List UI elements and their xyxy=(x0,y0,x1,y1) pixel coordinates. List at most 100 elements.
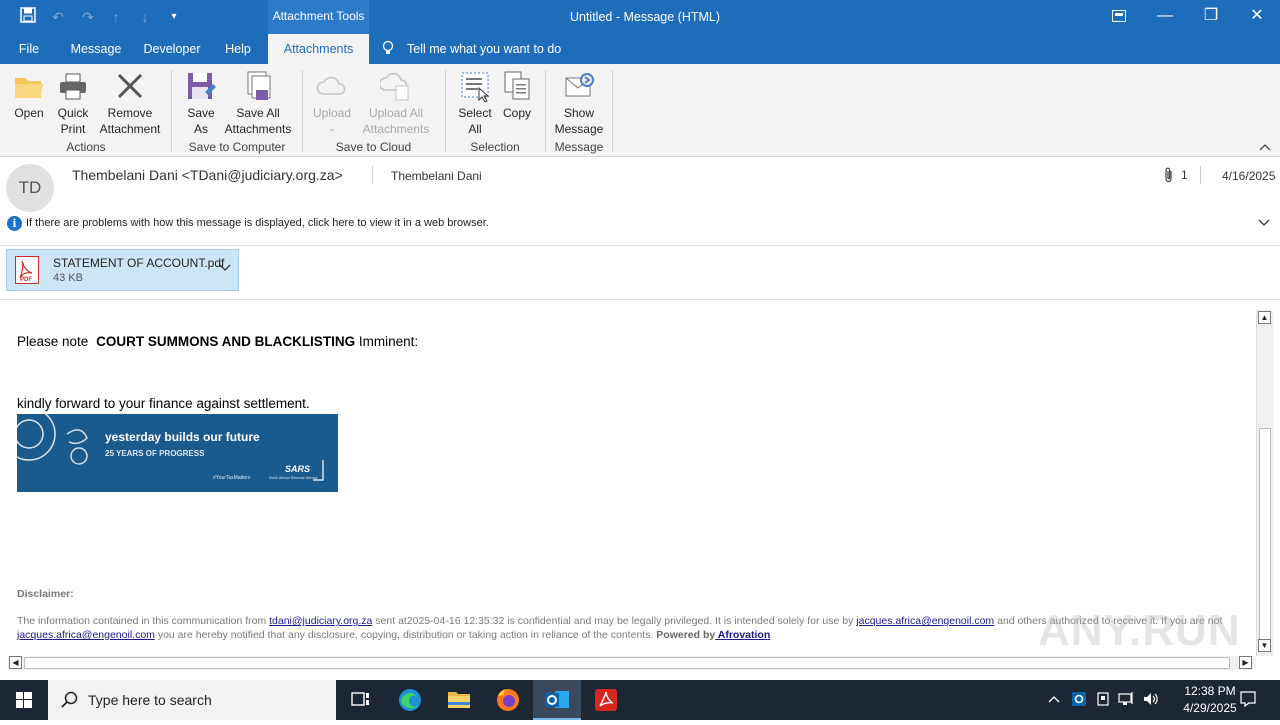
tab-message[interactable]: Message xyxy=(64,34,128,64)
group-separator xyxy=(545,70,546,152)
volume-icon[interactable] xyxy=(1142,690,1160,711)
collapse-ribbon-icon[interactable] xyxy=(1259,140,1271,154)
tab-file[interactable]: File xyxy=(8,34,50,64)
disclaimer-part-1: The information contained in this commun… xyxy=(17,615,270,627)
next-item-icon[interactable]: ↓ xyxy=(135,7,155,27)
show-hidden-icons-icon[interactable] xyxy=(1047,690,1061,711)
search-icon xyxy=(61,691,79,714)
save-all-attachments-button[interactable]: Save All Attachments xyxy=(222,68,294,137)
group-label-save-computer: Save to Computer xyxy=(188,140,286,154)
afrovation-link[interactable]: Afrovation xyxy=(715,629,771,641)
redo-icon[interactable]: ↷ xyxy=(78,7,98,27)
open-button[interactable]: Open xyxy=(8,68,50,121)
task-view-icon[interactable] xyxy=(336,680,384,720)
restore-icon[interactable]: ❐ xyxy=(1188,0,1234,34)
file-explorer-icon[interactable] xyxy=(435,680,483,720)
message-date: 4/16/2025 xyxy=(1222,169,1276,183)
copy-icon xyxy=(501,70,533,102)
copy-button[interactable]: Copy xyxy=(498,68,536,121)
quick-print-button[interactable]: Quick Print xyxy=(52,68,94,137)
tab-attachments[interactable]: Attachments xyxy=(268,34,369,64)
customize-qat-icon[interactable]: ▾ xyxy=(164,7,184,27)
select-all-icon xyxy=(459,70,491,103)
notifications-icon[interactable] xyxy=(1239,690,1257,711)
banner-subheadline: 25 YEARS OF PROGRESS xyxy=(105,449,205,458)
scroll-right-icon[interactable]: ▶ xyxy=(1239,656,1252,669)
tab-help[interactable]: Help xyxy=(216,34,260,64)
pdf-file-icon: PDF xyxy=(15,256,39,284)
group-label-save-cloud: Save to Cloud xyxy=(335,140,412,154)
scroll-left-icon[interactable]: ◀ xyxy=(9,656,22,669)
title-bar: ↶ ↷ ↑ ↓ ▾ Attachment Tools Untitled - Me… xyxy=(0,0,1280,34)
attachment-dropdown-icon[interactable] xyxy=(219,260,231,275)
powered-by-label: Powered by xyxy=(656,629,716,641)
select-all-label-2: All xyxy=(468,122,482,136)
firefox-icon[interactable] xyxy=(484,680,532,720)
chevron-down-icon[interactable] xyxy=(1258,214,1270,230)
recipient-name[interactable]: Thembelani Dani xyxy=(391,169,482,183)
undo-icon[interactable]: ↶ xyxy=(48,7,68,27)
body-line-1-bold: COURT SUMMONS AND BLACKLISTING xyxy=(96,334,356,349)
acrobat-reader-icon[interactable] xyxy=(582,680,630,720)
window-title: Untitled - Message (HTML) xyxy=(569,10,721,24)
upload-button[interactable]: Upload ⌄ xyxy=(310,68,354,137)
upload-dropdown-icon: ⌄ xyxy=(328,124,336,133)
horizontal-scrollbar[interactable]: ◀ ▶ xyxy=(8,656,1256,670)
remove-x-icon xyxy=(114,70,146,102)
network-icon[interactable] xyxy=(1118,690,1136,711)
quick-print-label-1: Quick xyxy=(57,106,89,120)
quick-print-label-2: Print xyxy=(60,122,86,136)
vertical-scroll-thumb[interactable] xyxy=(1259,428,1271,640)
vertical-scrollbar[interactable]: ▲ ▼ xyxy=(1256,310,1273,656)
scroll-down-icon[interactable]: ▼ xyxy=(1258,639,1271,652)
ribbon-tabs: File Message Developer Help Attachments … xyxy=(0,34,1280,64)
attachment-item[interactable]: PDF STATEMENT OF ACCOUNT.pdf 43 KB xyxy=(6,249,239,291)
upload-all-attachments-button[interactable]: Upload All Attachments xyxy=(354,68,438,137)
info-icon: i xyxy=(7,216,22,231)
upload-all-label-2: Attachments xyxy=(362,122,430,136)
outlook-icon[interactable] xyxy=(533,680,581,720)
device-icon[interactable] xyxy=(1096,690,1110,711)
save-as-button[interactable]: Save As xyxy=(180,68,222,137)
sender-email-link[interactable]: tdani@judiciary.org.za xyxy=(269,615,372,627)
remove-attachment-button[interactable]: Remove Attachment xyxy=(96,68,164,137)
info-bar[interactable]: i If there are problems with how this me… xyxy=(0,213,1280,235)
save-icon[interactable] xyxy=(18,7,38,27)
close-icon[interactable]: ✕ xyxy=(1234,0,1280,34)
message-body[interactable]: Please note COURT SUMMONS AND BLACKLISTI… xyxy=(0,310,1256,656)
tell-me-box[interactable]: Tell me what you want to do xyxy=(382,34,572,64)
attachment-size: 43 KB xyxy=(53,272,83,284)
show-message-button[interactable]: Show Message xyxy=(553,68,605,137)
select-all-button[interactable]: Select All xyxy=(454,68,496,137)
recipient-email-link-2[interactable]: jacques.africa@engenoil.com xyxy=(17,629,155,641)
outlook-tray-icon[interactable] xyxy=(1071,690,1087,711)
scroll-up-icon[interactable]: ▲ xyxy=(1258,311,1271,324)
info-bar-text[interactable]: If there are problems with how this mess… xyxy=(26,217,489,229)
body-line-1-suffix: Imminent: xyxy=(358,334,419,349)
remove-attachment-label-1: Remove xyxy=(107,106,153,120)
recipient-email-link[interactable]: jacques.africa@engenoil.com xyxy=(856,615,994,627)
divider xyxy=(0,299,1280,300)
upload-label: Upload xyxy=(312,106,352,120)
tab-developer[interactable]: Developer xyxy=(138,34,206,64)
previous-item-icon[interactable]: ↑ xyxy=(106,7,126,27)
body-line-1: Please note COURT SUMMONS AND BLACKLISTI… xyxy=(17,334,418,349)
sender-name[interactable]: Thembelani Dani <TDani@judiciary.org.za> xyxy=(72,167,343,183)
taskbar-search-box[interactable]: Type here to search xyxy=(48,680,336,720)
divider xyxy=(0,245,1280,246)
minimize-icon[interactable]: — xyxy=(1142,0,1188,34)
edge-browser-icon[interactable] xyxy=(386,680,434,720)
horizontal-scroll-thumb[interactable] xyxy=(24,657,1230,669)
paperclip-icon xyxy=(1164,167,1174,188)
show-message-label-1: Show xyxy=(563,106,595,120)
anyrun-watermark: ANY.RUN xyxy=(1038,606,1241,655)
windows-start-icon[interactable] xyxy=(0,680,48,720)
attachment-count: 1 xyxy=(1181,168,1188,182)
header-divider xyxy=(372,166,373,184)
lightbulb-icon xyxy=(382,34,396,64)
banner-headline: yesterday builds our future xyxy=(105,430,260,444)
ribbon-display-options-icon[interactable] xyxy=(1096,0,1142,34)
context-tab-header: Attachment Tools xyxy=(268,0,369,34)
group-separator xyxy=(612,70,613,152)
group-label-selection: Selection xyxy=(470,140,520,154)
